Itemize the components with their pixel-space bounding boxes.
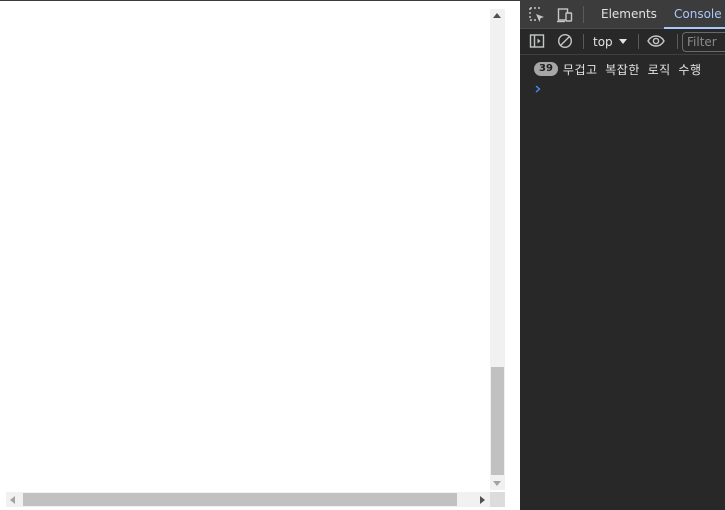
devtools-tabbar: Elements Console	[520, 0, 725, 29]
toolbar-separator	[583, 34, 584, 49]
repeat-count-badge: 39	[534, 62, 558, 76]
scroll-right-arrow-icon[interactable]	[480, 496, 485, 504]
filter-input[interactable]	[682, 32, 725, 52]
vertical-scroll-thumb[interactable]	[491, 367, 504, 475]
console-message-text: 무겁고 복잡한 로직 수행	[562, 62, 702, 77]
console-message: 39 무겁고 복잡한 로직 수행	[534, 61, 702, 77]
tab-elements[interactable]: Elements	[601, 0, 657, 29]
devtools-panel: Elements Console top 39 무겁고 복잡한 로직 수행	[520, 0, 725, 510]
inspect-element-icon[interactable]	[528, 6, 546, 24]
toolbar-separator	[677, 34, 678, 49]
scroll-up-arrow-icon[interactable]	[493, 13, 501, 18]
prompt-chevron-icon[interactable]	[533, 82, 543, 96]
clear-console-icon[interactable]	[557, 33, 573, 49]
device-toolbar-icon[interactable]	[556, 6, 574, 24]
scroll-down-arrow-icon[interactable]	[493, 481, 501, 486]
toolbar-separator	[638, 34, 639, 49]
scrollbar-corner	[490, 492, 505, 507]
horizontal-scroll-thumb[interactable]	[23, 493, 457, 506]
scroll-left-arrow-icon[interactable]	[10, 496, 15, 504]
vertical-scrollbar[interactable]	[490, 9, 505, 490]
context-selector[interactable]: top	[593, 33, 613, 51]
tab-console[interactable]: Console	[664, 0, 725, 29]
sidebar-toggle-icon[interactable]	[529, 33, 545, 49]
eye-icon[interactable]	[647, 33, 665, 49]
dropdown-arrow-icon[interactable]	[619, 39, 627, 44]
horizontal-scrollbar[interactable]	[6, 492, 490, 507]
tabbar-separator	[583, 6, 584, 23]
console-output: 39 무겁고 복잡한 로직 수행	[520, 56, 725, 510]
console-toolbar: top	[520, 29, 725, 55]
page-viewport[interactable]	[0, 1, 507, 510]
